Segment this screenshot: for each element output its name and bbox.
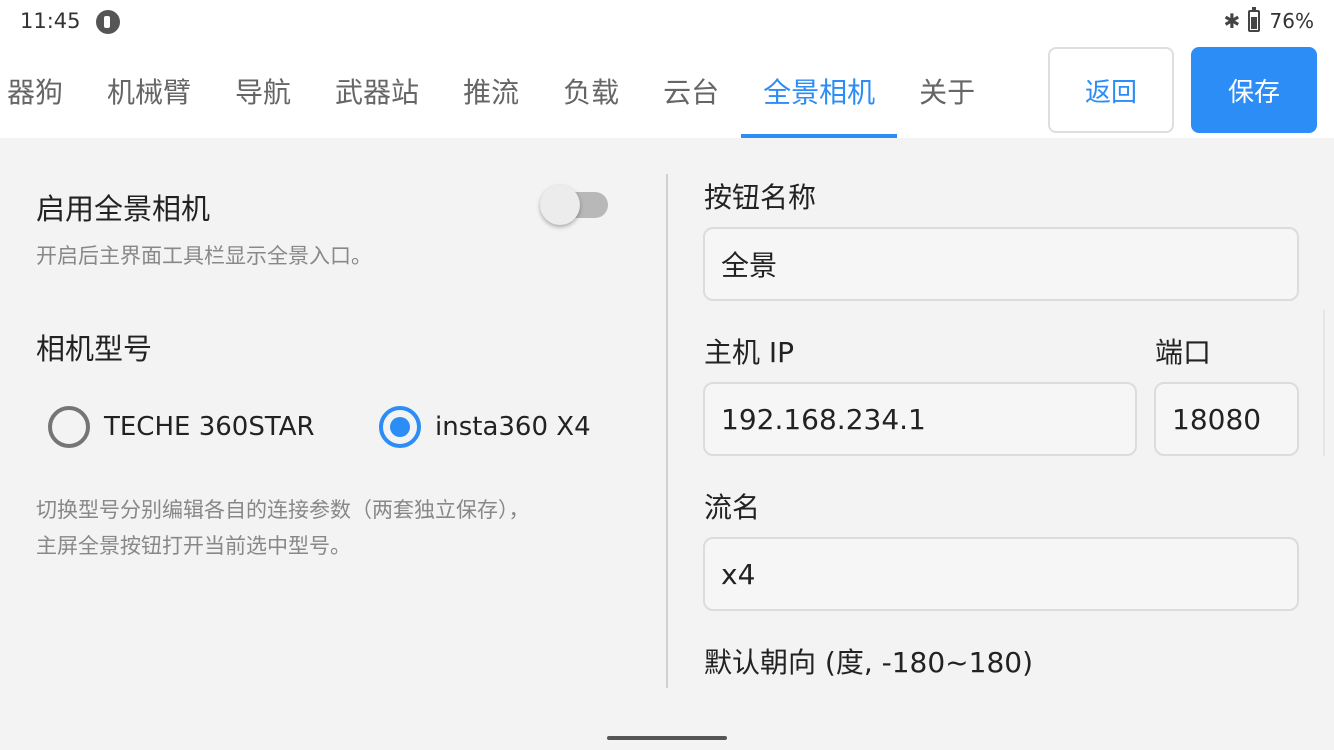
button-name-label: 按钮名称 bbox=[704, 181, 817, 214]
camera-model-label: 相机型号 bbox=[36, 332, 153, 366]
status-bar: 11:45 ✱ 76% bbox=[0, 0, 1334, 44]
radio-label-insta360: insta360 X4 bbox=[435, 412, 591, 442]
tab-panorama-camera[interactable]: 全景相机 bbox=[741, 44, 898, 138]
tab-weapon-station[interactable]: 武器站 bbox=[313, 44, 441, 138]
default-heading-label: 默认朝向 (度, -180~180) bbox=[704, 646, 1034, 679]
port-field[interactable]: 18080 bbox=[1154, 382, 1299, 456]
radio-unchecked-icon[interactable] bbox=[48, 406, 90, 448]
column-divider bbox=[666, 174, 668, 688]
settings-panel: 启用全景相机 开启后主界面工具栏显示全景入口。 相机型号 TECHE 360ST… bbox=[0, 138, 1334, 750]
model-switch-hint-line1: 切换型号分别编辑各自的连接参数（两套独立保存）， bbox=[36, 498, 530, 522]
radio-option-insta360[interactable]: insta360 X4 bbox=[379, 406, 591, 448]
button-name-field[interactable]: 全景 bbox=[703, 227, 1299, 301]
back-button[interactable]: 返回 bbox=[1048, 47, 1174, 133]
tab-about[interactable]: 关于 bbox=[897, 44, 997, 138]
status-time: 11:45 bbox=[20, 9, 81, 33]
enable-panorama-toggle[interactable] bbox=[540, 185, 608, 225]
enable-panorama-label: 启用全景相机 bbox=[36, 192, 211, 226]
home-indicator[interactable] bbox=[607, 736, 727, 740]
battery-level: 76% bbox=[1269, 9, 1314, 33]
host-ip-label: 主机 IP bbox=[704, 336, 795, 369]
status-right: ✱ 76% bbox=[1223, 7, 1314, 33]
tab-robot-dog[interactable]: 器狗 bbox=[0, 44, 85, 138]
radio-checked-icon[interactable] bbox=[379, 406, 421, 448]
tab-robot-arm[interactable]: 机械臂 bbox=[85, 44, 213, 138]
tab-gimbal[interactable]: 云台 bbox=[641, 44, 741, 138]
tab-list: 器狗 机械臂 导航 武器站 推流 负载 云台 全景相机 关于 bbox=[0, 44, 997, 138]
stream-name-label: 流名 bbox=[704, 491, 761, 524]
stream-name-field[interactable]: x4 bbox=[703, 537, 1299, 611]
tab-navigation[interactable]: 导航 bbox=[213, 44, 313, 138]
bluetooth-icon: ✱ bbox=[1223, 9, 1241, 33]
host-ip-field[interactable]: 192.168.234.1 bbox=[703, 382, 1137, 456]
model-switch-hint: 切换型号分别编辑各自的连接参数（两套独立保存）， 主屏全景按钮打开当前选中型号。 bbox=[36, 492, 530, 564]
app-notification-icon bbox=[96, 10, 120, 34]
radio-label-teche: TECHE 360STAR bbox=[104, 412, 315, 442]
tab-streaming[interactable]: 推流 bbox=[441, 44, 541, 138]
toggle-thumb bbox=[540, 185, 580, 225]
tab-payload[interactable]: 负载 bbox=[541, 44, 641, 138]
model-switch-hint-line2: 主屏全景按钮打开当前选中型号。 bbox=[36, 534, 351, 558]
scrollbar[interactable] bbox=[1323, 310, 1325, 456]
battery-charging-icon bbox=[1247, 7, 1260, 32]
enable-panorama-hint: 开启后主界面工具栏显示全景入口。 bbox=[36, 244, 372, 268]
radio-option-teche[interactable]: TECHE 360STAR bbox=[48, 406, 315, 448]
save-button[interactable]: 保存 bbox=[1191, 47, 1317, 133]
port-label: 端口 bbox=[1155, 336, 1212, 369]
